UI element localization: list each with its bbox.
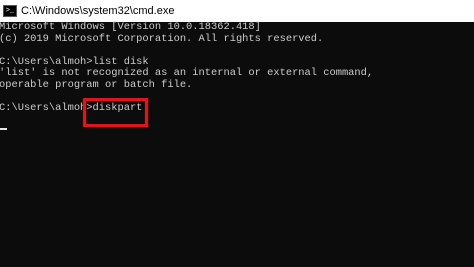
window-title: C:\Windows\system32\cmd.exe [21, 5, 175, 17]
console-line: Microsoft Windows [Version 10.0.18362.41… [0, 21, 261, 33]
console-line: C:\Users\almoh>diskpart [0, 102, 143, 115]
console-output[interactable]: Microsoft Windows [Version 10.0.18362.41… [0, 21, 474, 267]
title-bar[interactable]: >_ C:\Windows\system32\cmd.exe [0, 0, 474, 22]
cmd-icon: >_ [3, 5, 17, 17]
text-cursor [0, 128, 7, 130]
console-line: (c) 2019 Microsoft Corporation. All righ… [0, 32, 324, 45]
console-line: operable program or batch file. [0, 78, 193, 91]
